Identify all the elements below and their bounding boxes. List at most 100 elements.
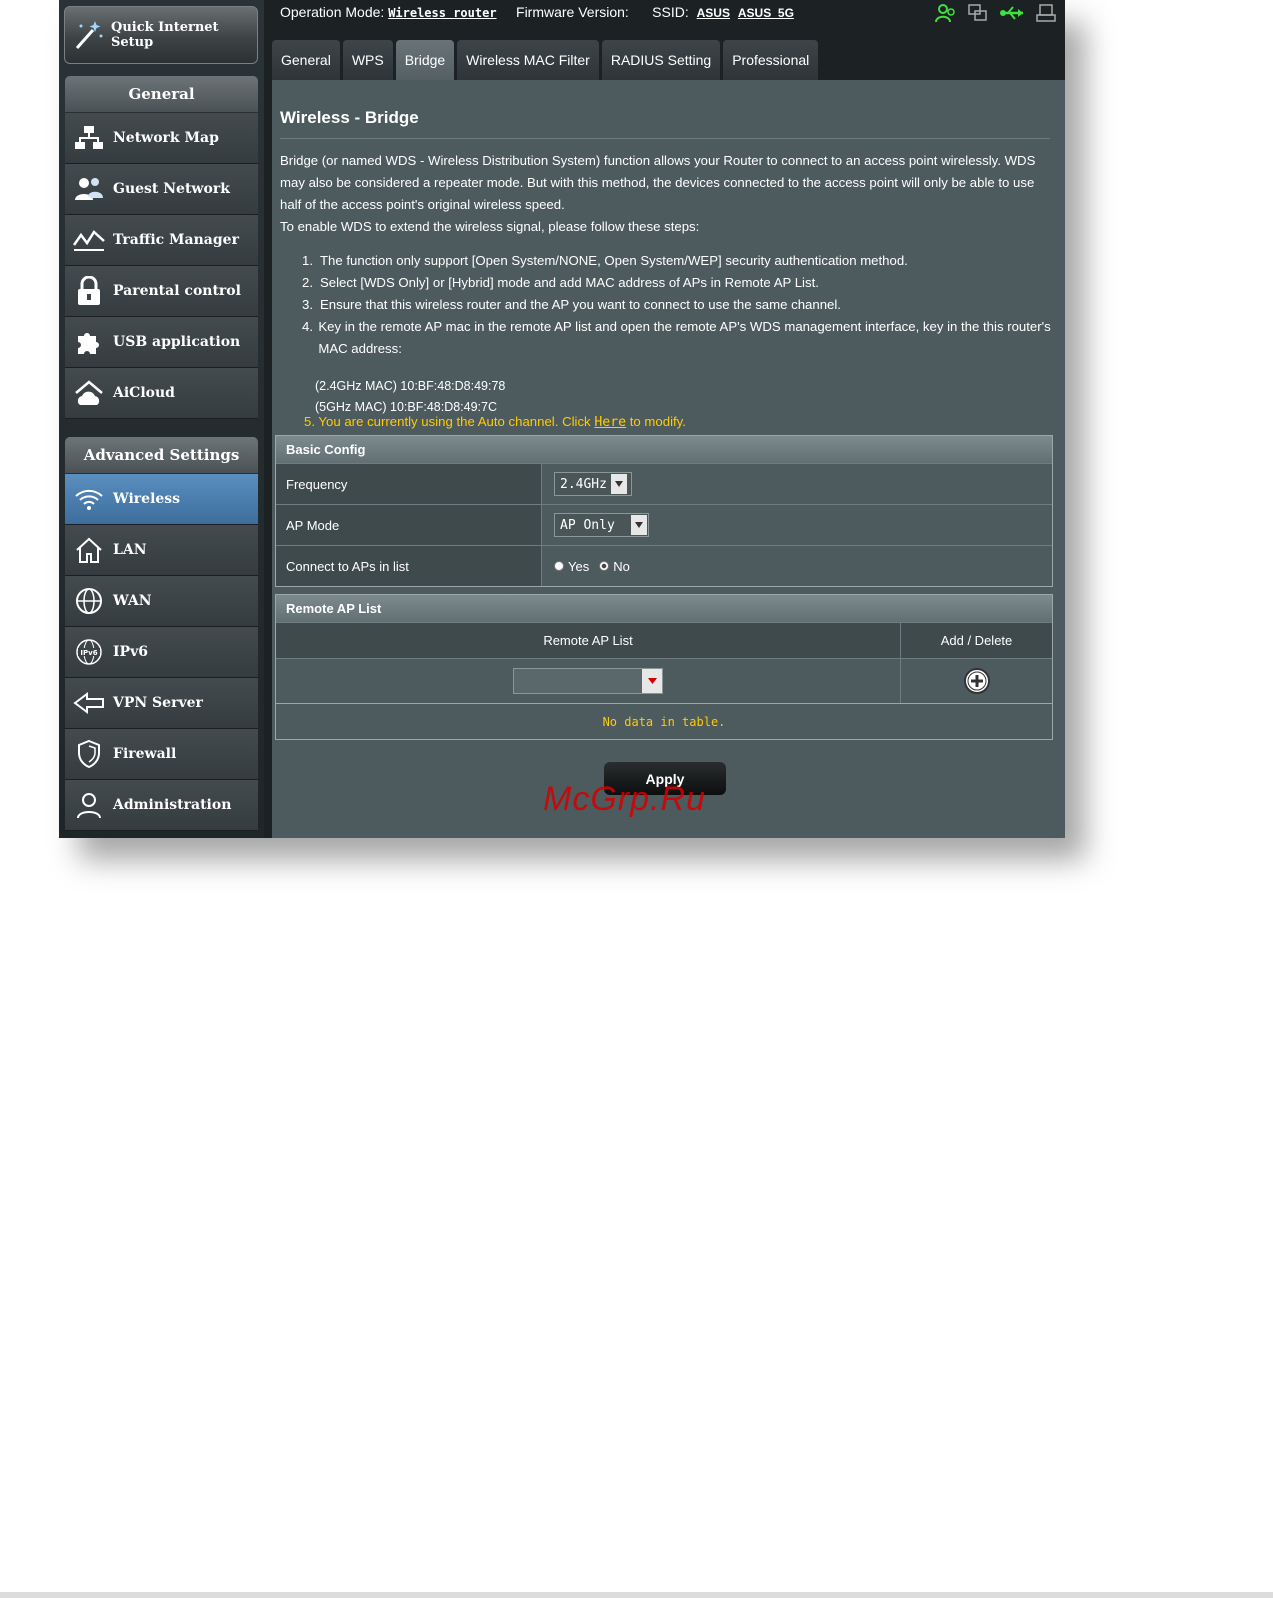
operation-mode-line: Operation Mode: Wireless router Firmware… [280, 4, 794, 20]
main-panel: Wireless - Bridge Bridge (or named WDS -… [272, 80, 1065, 838]
connect-aps-label: Connect to APs in list [276, 546, 542, 586]
sidebar-item-label: WAN [113, 593, 152, 609]
sidebar-item-label: AiCloud [113, 385, 175, 401]
mac-addresses: (2.4GHz MAC) 10:BF:48:D8:49:78 (5GHz MAC… [315, 376, 505, 418]
clients-status-icon[interactable] [935, 2, 957, 24]
svg-text:IPv6: IPv6 [80, 649, 97, 657]
tab-general[interactable]: General [272, 40, 340, 80]
devices-status-icon[interactable] [967, 2, 989, 24]
ssid-link-5[interactable]: ASUS_5G [738, 6, 794, 20]
basic-config-header: Basic Config [276, 436, 1052, 463]
ssid-label: SSID: [652, 4, 689, 20]
general-menu-header: General [65, 76, 258, 113]
sidebar-item-aicloud[interactable]: AiCloud [65, 368, 258, 419]
tab-bridge[interactable]: Bridge [395, 40, 455, 80]
remote-ap-input[interactable] [513, 668, 663, 694]
sidebar-item-firewall[interactable]: Firewall [65, 729, 258, 780]
sidebar-item-vpn-server[interactable]: VPN Server [65, 678, 258, 729]
mac-24ghz: (2.4GHz MAC) 10:BF:48:D8:49:78 [315, 379, 506, 393]
quick-internet-setup-button[interactable]: Quick Internet Setup [64, 6, 258, 64]
here-link[interactable]: Here [594, 415, 626, 430]
quick-internet-setup-label: Quick Internet Setup [111, 20, 219, 50]
column-header-remote-ap: Remote AP List [276, 623, 901, 658]
page-title: Wireless - Bridge [280, 108, 419, 127]
tab-wireless-mac-filter[interactable]: Wireless MAC Filter [457, 40, 599, 80]
table-row [276, 658, 1052, 703]
remote-ap-table: Remote AP List Remote AP List Add / Dele… [275, 594, 1053, 740]
sidebar-item-label: VPN Server [113, 695, 203, 711]
list-item: 3. Ensure that this wireless router and t… [302, 297, 841, 312]
sidebar-item-label: Administration [113, 797, 232, 813]
ap-mode-select[interactable]: AP Only [554, 513, 649, 537]
sidebar-item-label: Traffic Manager [113, 232, 239, 248]
general-menu: General Network Map Guest Network Traffi… [65, 76, 258, 419]
sidebar-item-label: Guest Network [113, 181, 230, 197]
sidebar-item-traffic-manager[interactable]: Traffic Manager [65, 215, 258, 266]
status-icons [935, 2, 1057, 24]
sidebar-item-label: Network Map [113, 130, 219, 146]
traffic-manager-icon [65, 227, 113, 253]
router-admin-window: Quick Internet Setup General Network Map… [59, 0, 1065, 838]
sidebar-item-guest-network[interactable]: Guest Network [65, 164, 258, 215]
lock-icon [65, 276, 113, 306]
home-icon [65, 536, 113, 564]
sidebar-item-ipv6[interactable]: IPv6 IPv6 [65, 627, 258, 678]
tab-radius-setting[interactable]: RADIUS Setting [601, 40, 721, 80]
description: Bridge (or named WDS - Wireless Distribu… [280, 150, 1052, 238]
sidebar-item-parental-control[interactable]: Parental control [65, 266, 258, 317]
basic-config-table: Basic Config Frequency 2.4GHz AP Mode AP… [275, 435, 1053, 587]
ap-mode-label: AP Mode [276, 505, 542, 545]
usb-status-icon[interactable] [999, 2, 1025, 24]
sidebar-item-usb-application[interactable]: USB application [65, 317, 258, 368]
list-item: 2. Select [WDS Only] or [Hybrid] mode and… [302, 275, 819, 290]
operation-mode-label: Operation Mode: [280, 4, 385, 20]
sidebar-item-label: IPv6 [113, 644, 148, 660]
sidebar-item-wan[interactable]: WAN [65, 576, 258, 627]
list-item: 1. The function only support [Open System… [302, 253, 908, 268]
sidebar-item-network-map[interactable]: Network Map [65, 113, 258, 164]
sidebar-item-label: Wireless [113, 491, 181, 507]
vpn-icon [65, 690, 113, 716]
description-instructions: To enable WDS to extend the wireless sig… [280, 219, 700, 234]
table-row: AP Mode AP Only [276, 504, 1052, 545]
top-status-bar: Operation Mode: Wireless router Firmware… [274, 0, 1065, 38]
cloud-home-icon [65, 379, 113, 407]
firmware-label: Firmware Version: [516, 4, 629, 20]
connect-no-radio[interactable]: No [599, 559, 630, 574]
tab-professional[interactable]: Professional [723, 40, 819, 80]
ssid-link-24[interactable]: ASUS [697, 6, 730, 20]
sidebar-item-lan[interactable]: LAN [65, 525, 258, 576]
printer-status-icon[interactable] [1035, 2, 1057, 24]
sidebar-item-label: Parental control [113, 283, 241, 299]
remote-ap-header: Remote AP List [276, 595, 1052, 622]
add-icon[interactable] [963, 667, 991, 695]
table-row: Connect to APs in list Yes No [276, 545, 1052, 586]
description-paragraph: Bridge (or named WDS - Wireless Distribu… [280, 153, 1036, 212]
sidebar-item-wireless[interactable]: Wireless [65, 474, 258, 525]
empty-table-message: No data in table. [276, 703, 1052, 739]
sidebar: Quick Internet Setup General Network Map… [59, 0, 264, 838]
magic-wand-icon [65, 6, 111, 64]
chevron-down-icon [631, 515, 647, 535]
chevron-down-icon [610, 474, 627, 494]
title-divider [280, 138, 1050, 139]
advanced-menu-header: Advanced Settings [65, 437, 258, 474]
sidebar-item-label: LAN [113, 542, 147, 558]
chevron-down-icon[interactable] [642, 669, 662, 693]
column-header-add-delete: Add / Delete [940, 633, 1013, 648]
steps-list: 1. The function only support [Open System… [302, 250, 1062, 360]
connect-yes-radio[interactable]: Yes [554, 559, 589, 574]
ipv6-globe-icon: IPv6 [65, 638, 113, 666]
operation-mode-link[interactable]: Wireless router [388, 6, 496, 20]
frequency-select[interactable]: 2.4GHz [554, 472, 632, 496]
tab-wps[interactable]: WPS [342, 40, 393, 80]
sidebar-item-label: USB application [113, 334, 241, 350]
table-row: Frequency 2.4GHz [276, 463, 1052, 504]
advanced-menu: Advanced Settings Wireless LAN WAN IPv6 … [65, 437, 258, 831]
sidebar-item-label: Firewall [113, 746, 177, 762]
sidebar-item-administration[interactable]: Administration [65, 780, 258, 831]
list-item: 4. Key in the remote AP mac in the remote… [302, 319, 1051, 356]
guest-network-icon [65, 176, 113, 202]
channel-note: 5. You are currently using the Auto chan… [304, 414, 686, 430]
frequency-label: Frequency [276, 464, 542, 504]
